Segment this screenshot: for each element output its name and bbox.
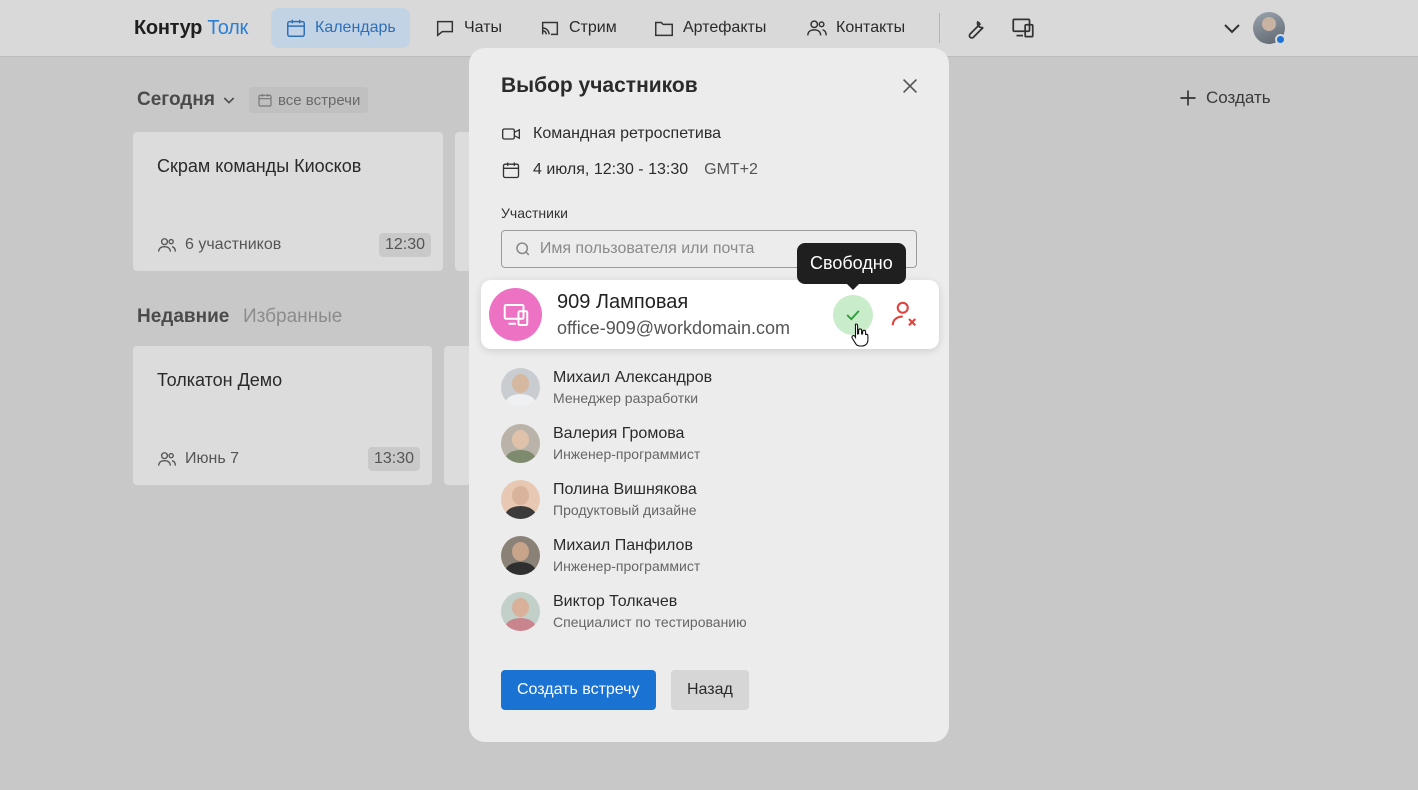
participant-item[interactable]: Виктор Толкачев Специалист по тестировани… <box>501 592 747 631</box>
dialog-title: Выбор участников <box>501 74 698 97</box>
avatar <box>501 536 540 575</box>
meeting-card-participants: 6 участников <box>157 235 281 255</box>
video-camera-icon <box>502 128 520 140</box>
nav-calendar[interactable]: Календарь <box>271 8 410 48</box>
availability-tooltip: Свободно <box>797 243 906 284</box>
nav-calendar-label: Календарь <box>315 19 396 36</box>
nav-contacts-label: Контакты <box>836 19 906 36</box>
meeting-card-title: Толкатон Демо <box>157 370 283 390</box>
avatar <box>501 424 540 463</box>
wrench-icon[interactable] <box>962 15 988 41</box>
participant-item[interactable]: Михаил Панфилов Инженер-программист <box>501 536 700 575</box>
meeting-card-recent[interactable]: Толкатон Демо Июнь 7 13:30 <box>133 346 432 485</box>
avatar <box>501 368 540 407</box>
meeting-card-title: Скрам команды Киосков <box>157 156 362 176</box>
folder-icon <box>655 21 673 37</box>
people-icon <box>158 452 176 466</box>
room-email: office-909@workdomain.com <box>557 318 791 338</box>
today-dropdown[interactable]: Сегодня <box>137 89 237 111</box>
calendar-icon <box>502 162 520 179</box>
nav-divider <box>939 13 940 43</box>
avatar <box>501 592 540 631</box>
app-logo[interactable]: Контур Толк <box>134 17 248 40</box>
calendar-icon <box>258 94 272 107</box>
tooltip-arrow <box>846 283 860 290</box>
logo-accent-text: Толк <box>207 17 248 39</box>
participant-item[interactable]: Полина Вишнякова Продуктовый дизайне <box>501 480 697 519</box>
plus-icon <box>1180 90 1196 106</box>
room-avatar <box>489 288 542 341</box>
meeting-time-row: 4 июля, 12:30 - 13:30 GMT+2 <box>501 160 758 180</box>
calendar-icon <box>287 19 305 37</box>
create-button[interactable]: Создать <box>1178 88 1271 108</box>
logo-main-text: Контур <box>134 17 203 39</box>
all-meetings-label: все встречи <box>278 91 361 109</box>
back-button[interactable]: Назад <box>671 670 749 710</box>
nav-stream-label: Стрим <box>569 19 617 36</box>
meeting-name: Командная ретроспетива <box>533 125 722 142</box>
chevron-down-icon <box>223 97 235 104</box>
close-icon[interactable] <box>899 75 921 97</box>
participants-label: Участники <box>501 205 568 221</box>
online-status-dot <box>1275 34 1286 45</box>
today-label: Сегодня <box>137 89 215 110</box>
create-meeting-button[interactable]: Создать встречу <box>501 670 656 710</box>
participant-picker-dialog: Выбор участников Командная ретроспетива … <box>469 48 949 742</box>
participant-item[interactable]: Михаил Александров Менеджер разработки <box>501 368 712 407</box>
participant-item[interactable]: Валерия Громова Инженер-программист <box>501 424 700 463</box>
nav-artifacts-label: Артефакты <box>683 19 767 36</box>
create-label: Создать <box>1206 88 1271 107</box>
stream-icon <box>541 21 559 36</box>
meeting-time: 4 июля, 12:30 - 13:30 <box>533 161 689 178</box>
devices-icon[interactable] <box>1010 15 1036 41</box>
meeting-name-row: Командная ретроспетива <box>501 124 721 144</box>
meeting-card-time: 13:30 <box>367 447 420 471</box>
chat-icon <box>436 20 454 37</box>
avatar <box>501 480 540 519</box>
nav-chats[interactable]: Чаты <box>420 8 516 48</box>
search-icon <box>516 242 530 256</box>
people-icon <box>158 238 176 252</box>
meeting-timezone: GMT+2 <box>704 161 758 178</box>
chevron-down-icon[interactable] <box>1220 16 1244 40</box>
tab-recent[interactable]: Недавние <box>137 306 229 328</box>
hand-cursor-icon <box>851 323 869 347</box>
nav-chats-label: Чаты <box>464 19 503 36</box>
nav-artifacts[interactable]: Артефакты <box>639 8 780 48</box>
search-suggestion-room[interactable]: 909 Ламповая office-909@workdomain.com <box>481 280 939 349</box>
all-meetings-chip[interactable]: все встречи <box>249 87 369 113</box>
remove-user-icon[interactable] <box>889 299 919 329</box>
meeting-card-date: Июнь 7 <box>157 449 239 469</box>
meeting-card-time: 12:30 <box>378 233 431 257</box>
devices-icon <box>503 303 528 326</box>
room-name: 909 Ламповая <box>557 291 689 313</box>
contacts-icon <box>807 20 827 36</box>
nav-stream[interactable]: Стрим <box>525 8 631 48</box>
nav-contacts[interactable]: Контакты <box>792 8 919 48</box>
meeting-card-today[interactable]: Скрам команды Киосков 6 участников 12:30 <box>133 132 443 271</box>
tab-favorites[interactable]: Избранные <box>243 306 342 328</box>
